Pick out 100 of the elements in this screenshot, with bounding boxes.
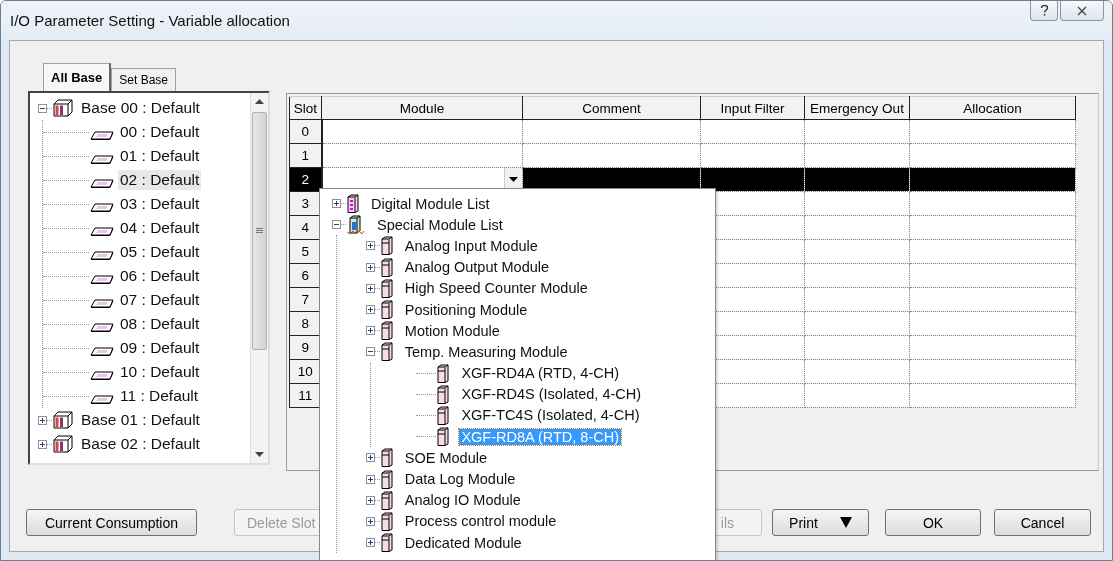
tree-item[interactable]: Process control module: [402, 513, 559, 530]
collapse-icon[interactable]: [332, 220, 341, 230]
tree-item[interactable]: XGF-RD4A (RTD, 4-CH): [459, 365, 622, 382]
tree-item[interactable]: 11 : Default: [118, 386, 201, 406]
expand-icon[interactable]: [365, 326, 375, 336]
slot-card-icon: [90, 177, 114, 188]
dialog-button[interactable]: OK: [885, 509, 981, 536]
tree-item[interactable]: Analog IO Module: [402, 492, 523, 509]
rack-icon: [53, 411, 73, 429]
scroll-up-icon[interactable]: [255, 99, 264, 104]
slot-card-icon: [90, 369, 114, 380]
slot-number: 0: [289, 119, 322, 144]
expand-icon[interactable]: [365, 516, 375, 526]
expand-icon[interactable]: [332, 199, 341, 209]
column-header: Input Filter: [700, 96, 805, 120]
expand-icon[interactable]: [365, 305, 375, 315]
slot-card-icon: [90, 201, 114, 212]
slot-card-icon: [90, 225, 114, 236]
caret-icon: [839, 517, 852, 528]
help-button[interactable]: [1030, 1, 1058, 21]
tree-item[interactable]: 03 : Default: [118, 194, 202, 214]
column-header: Module: [321, 96, 523, 120]
help-icon: [1039, 4, 1049, 17]
expand-icon[interactable]: [365, 474, 375, 484]
tree-item[interactable]: 01 : Default: [118, 146, 202, 166]
tree-item[interactable]: Data Log Module: [402, 471, 518, 488]
tree-item[interactable]: 10 : Default: [118, 362, 202, 382]
module-icon: [380, 511, 393, 531]
expand-icon[interactable]: [365, 453, 375, 463]
module-icon: [380, 490, 393, 510]
scroll-down-icon[interactable]: [255, 452, 264, 457]
grip-icon: [256, 228, 263, 234]
tree-item[interactable]: 05 : Default: [118, 242, 202, 262]
slot-number: 1: [289, 143, 322, 168]
expand-icon[interactable]: [38, 439, 47, 449]
tree-item[interactable]: 00 : Default: [118, 122, 202, 142]
tree-item[interactable]: High Speed Counter Module: [402, 280, 590, 297]
rack-icon: [53, 435, 73, 453]
slot-number: 2: [289, 167, 322, 192]
column-header: Slot: [289, 96, 322, 120]
slot-card-icon: [90, 153, 114, 164]
module-icon: [380, 236, 393, 256]
module-icon: [380, 469, 393, 489]
expand-icon[interactable]: [38, 415, 47, 425]
module-icon: [437, 384, 450, 404]
tree-item[interactable]: 08 : Default: [118, 314, 202, 334]
slot-card-icon: [90, 393, 114, 404]
expand-icon[interactable]: [365, 283, 375, 293]
dialog-button[interactable]: Cancel: [994, 509, 1091, 536]
tree-item[interactable]: Digital Module List: [369, 195, 492, 212]
tree-item[interactable]: 04 : Default: [118, 218, 202, 238]
column-header: Allocation: [909, 96, 1076, 120]
column-header: Comment: [522, 96, 701, 120]
tree-item[interactable]: Motion Module: [402, 322, 502, 339]
collapse-icon[interactable]: [365, 347, 375, 357]
slot-card-icon: [90, 297, 114, 308]
module-icon: [380, 300, 393, 320]
tree-item[interactable]: XGF-TC4S (Isolated, 4-CH): [459, 407, 642, 424]
expand-icon[interactable]: [365, 262, 375, 272]
module-icon: [437, 427, 450, 447]
tree-item[interactable]: 02 : Default: [118, 170, 202, 190]
module-icon: [437, 405, 450, 425]
tree-item[interactable]: Special Module List: [375, 216, 505, 233]
module-icon: [437, 363, 450, 383]
slot-card-icon: [90, 129, 114, 140]
expand-icon[interactable]: [365, 241, 375, 251]
module-icon: [380, 278, 393, 298]
dropdown-arrow-icon: [509, 177, 518, 182]
dialog-button[interactable]: Print: [772, 509, 869, 536]
module-icon: [380, 321, 393, 341]
slot-card-icon: [90, 249, 114, 260]
module-icon: [380, 257, 393, 277]
tree-item[interactable]: SOE Module: [402, 449, 489, 466]
close-icon: [1077, 5, 1087, 16]
rack-icon: [53, 99, 73, 117]
tree-item[interactable]: Dedicated Module: [402, 534, 524, 551]
tree-item[interactable]: Base 00 : Default: [79, 98, 202, 118]
tree-item[interactable]: XGF-RD4S (Isolated, 4-CH): [459, 386, 644, 403]
expand-icon[interactable]: [365, 538, 375, 548]
tree-item[interactable]: Base 02 : Default: [79, 434, 202, 454]
dialog-button[interactable]: Current Consumption: [26, 509, 197, 536]
tab[interactable]: Set Base: [111, 68, 176, 91]
column-header: Emergency Out: [804, 96, 910, 120]
tree-item[interactable]: Temp. Measuring Module: [402, 343, 570, 360]
tree-item[interactable]: 06 : Default: [118, 266, 202, 286]
tree-item[interactable]: 07 : Default: [118, 290, 202, 310]
tree-item[interactable]: 09 : Default: [118, 338, 202, 358]
tab[interactable]: All Base: [43, 63, 112, 91]
tree-item[interactable]: Positioning Module: [402, 301, 530, 318]
expand-icon[interactable]: [365, 495, 375, 505]
tree-item[interactable]: Base 01 : Default: [79, 410, 202, 430]
tree-item[interactable]: Analog Input Module: [402, 237, 540, 254]
scroll-thumb[interactable]: [252, 112, 267, 350]
scrollbar[interactable]: [250, 93, 268, 463]
tree-item[interactable]: Analog Output Module: [402, 259, 552, 276]
slot-card-icon: [90, 321, 114, 332]
collapse-icon[interactable]: [38, 103, 47, 113]
module-icon: [380, 533, 393, 553]
module-icon: [380, 342, 393, 362]
slot-card-icon: [90, 345, 114, 356]
